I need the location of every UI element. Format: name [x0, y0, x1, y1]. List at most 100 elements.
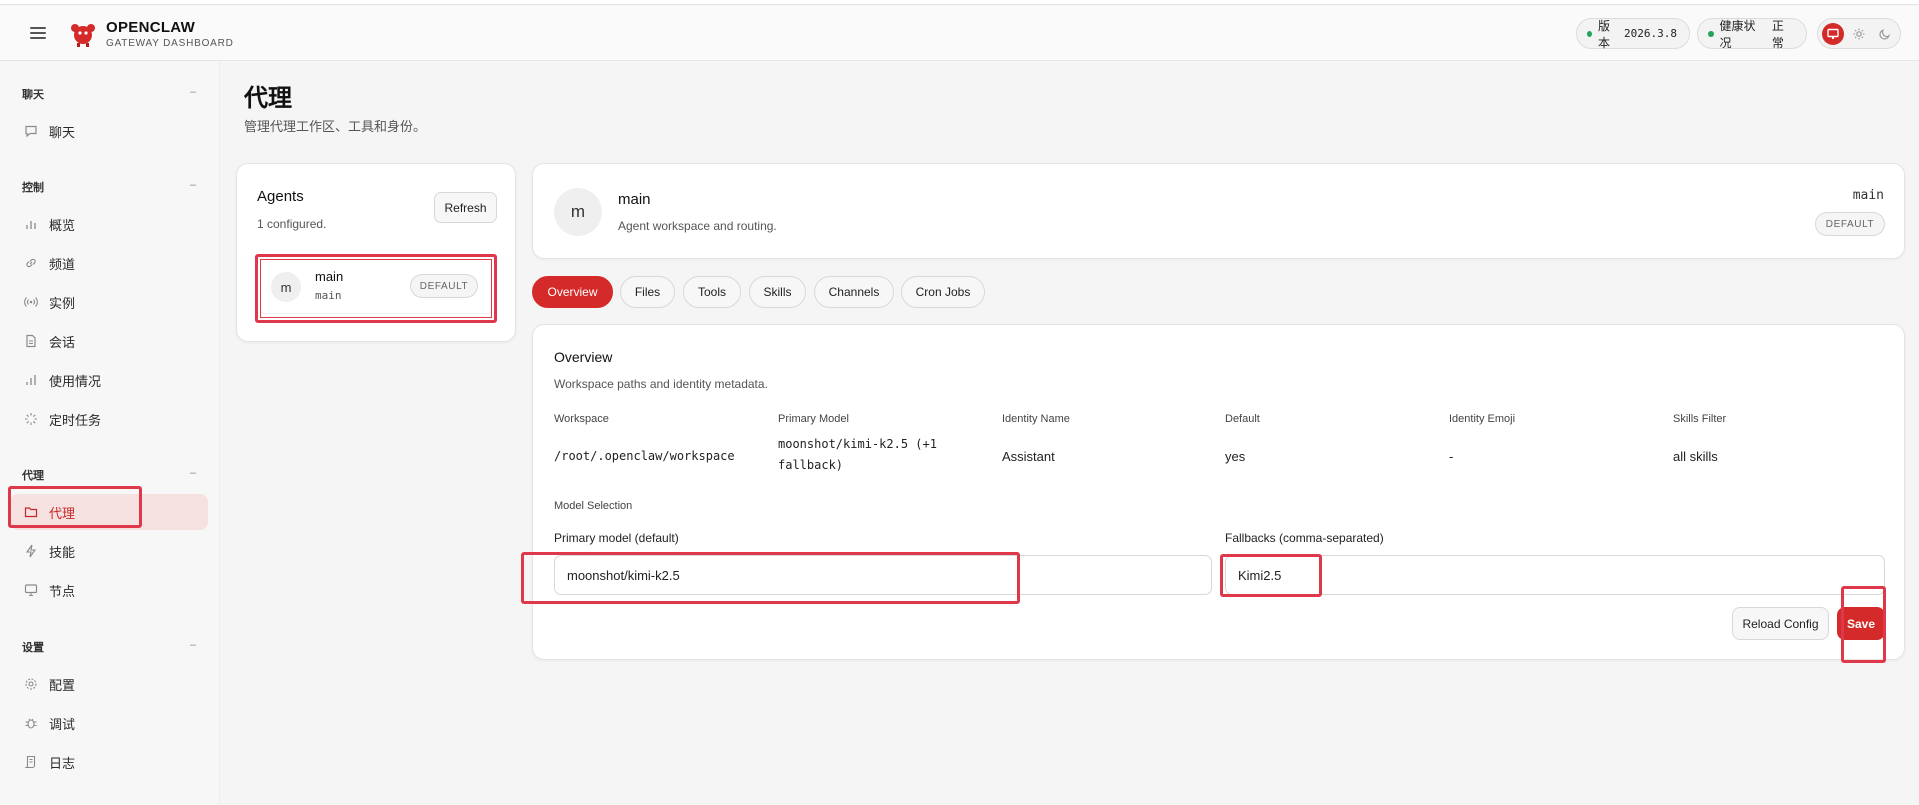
- sidebar-item-sessions[interactable]: 会话: [10, 323, 208, 359]
- monitor-icon: [23, 582, 39, 598]
- page-subtitle: 管理代理工作区、工具和身份。: [244, 119, 427, 134]
- health-label: 健康状况: [1719, 18, 1756, 50]
- gear-icon: [23, 676, 39, 692]
- sidebar-item-chat[interactable]: 聊天: [10, 113, 208, 149]
- tab-overview[interactable]: Overview: [532, 276, 613, 308]
- health-value: 正常: [1771, 18, 1784, 50]
- sidebar-item-debug[interactable]: 调试: [10, 705, 208, 741]
- tab-tools[interactable]: Tools: [683, 276, 741, 308]
- group-label-settings: 设置: [22, 642, 44, 654]
- primary-model-label: Primary Model: [778, 413, 849, 425]
- sidebar-item-logs[interactable]: 日志: [10, 744, 208, 780]
- sidebar-item-label: 使用情况: [49, 373, 102, 389]
- sidebar-item-label: 会话: [49, 334, 76, 350]
- sidebar-item-channels[interactable]: 频道: [10, 245, 208, 281]
- sidebar-item-label: 概览: [49, 217, 76, 233]
- sidebar-item-label: 技能: [49, 544, 76, 560]
- primary-model-field-label: Primary model (default): [554, 531, 679, 545]
- agents-count: 1 configured.: [257, 217, 327, 231]
- sidebar-item-overview[interactable]: 概览: [10, 206, 208, 242]
- refresh-button[interactable]: Refresh: [434, 192, 497, 223]
- collapse-icon[interactable]: –: [190, 639, 196, 651]
- theme-switcher: [1817, 18, 1901, 49]
- default-value: yes: [1225, 449, 1246, 464]
- link-icon: [23, 255, 39, 271]
- menu-icon[interactable]: [30, 27, 46, 39]
- avatar: m: [554, 188, 602, 236]
- sidebar-item-label: 实例: [49, 295, 76, 311]
- sidebar-item-instances[interactable]: 实例: [10, 284, 208, 320]
- sidebar-item-label: 代理: [49, 505, 76, 521]
- monitor-icon[interactable]: [1822, 23, 1844, 45]
- agent-id: main: [315, 289, 342, 302]
- brand-title: OPENCLAW: [106, 19, 196, 36]
- sidebar-item-cron[interactable]: 定时任务: [10, 401, 208, 437]
- primary-model-value: moonshot/kimi-k2.5 (+1: [778, 437, 937, 451]
- bar-chart-icon: [23, 216, 39, 232]
- status-dot-icon: [1708, 30, 1714, 37]
- top-edge: [0, 0, 1919, 5]
- agent-header-description: Agent workspace and routing.: [618, 219, 777, 233]
- tab-skills[interactable]: Skills: [749, 276, 806, 308]
- folder-icon: [23, 504, 39, 520]
- health-pill: 健康状况 正常: [1697, 18, 1807, 50]
- agent-header-id: main: [1852, 188, 1884, 203]
- agent-list-item[interactable]: m main main DEFAULT: [258, 256, 496, 314]
- collapse-icon[interactable]: –: [190, 86, 196, 98]
- top-bar: OPENCLAW GATEWAY DASHBOARD 版本 2026.3.8 健…: [0, 6, 1919, 61]
- sidebar-item-nodes[interactable]: 节点: [10, 572, 208, 608]
- sidebar-item-skills[interactable]: 技能: [10, 533, 208, 569]
- primary-model-input[interactable]: [554, 555, 1212, 595]
- agent-name: main: [315, 269, 344, 284]
- agent-header-card: m main Agent workspace and routing. main…: [532, 163, 1905, 259]
- collapse-icon[interactable]: –: [190, 179, 196, 191]
- group-label-control: 控制: [22, 182, 44, 194]
- overview-subtitle: Workspace paths and identity metadata.: [554, 377, 768, 391]
- agent-header-name: main: [618, 191, 651, 208]
- sidebar-item-usage[interactable]: 使用情况: [10, 362, 208, 398]
- identity-emoji-value: -: [1449, 449, 1454, 464]
- loader-icon: [23, 411, 39, 427]
- tab-files[interactable]: Files: [620, 276, 675, 308]
- default-label: Default: [1225, 413, 1260, 425]
- sidebar-item-label: 节点: [49, 583, 76, 599]
- scroll-icon: [23, 754, 39, 770]
- fallbacks-field-label: Fallbacks (comma-separated): [1225, 531, 1384, 545]
- fallbacks-input[interactable]: [1225, 555, 1885, 595]
- sidebar-item-label: 定时任务: [49, 412, 102, 428]
- overview-card: Overview Workspace paths and identity me…: [532, 324, 1905, 660]
- status-dot-icon: [1587, 30, 1592, 37]
- agents-panel: Agents 1 configured. Refresh m main main…: [236, 163, 516, 342]
- sidebar: 聊天 – 聊天 控制 – 概览 频道 实例 会话 使用情况 定时任务 代理 – …: [0, 62, 220, 805]
- moon-icon[interactable]: [1874, 23, 1896, 45]
- page-title: 代理: [244, 85, 292, 112]
- openclaw-logo-icon: [71, 24, 95, 47]
- primary-model-value: fallback): [778, 458, 844, 472]
- default-badge: DEFAULT: [410, 274, 478, 298]
- sidebar-item-label: 聊天: [49, 124, 76, 140]
- sidebar-item-label: 调试: [49, 716, 76, 732]
- sidebar-item-agents[interactable]: 代理: [10, 494, 208, 530]
- sidebar-item-label: 日志: [49, 755, 76, 771]
- save-button[interactable]: Save: [1837, 607, 1885, 640]
- workspace-label: Workspace: [554, 413, 609, 425]
- identity-name-value: Assistant: [1002, 449, 1055, 464]
- identity-name-label: Identity Name: [1002, 413, 1070, 425]
- broadcast-icon: [23, 294, 39, 310]
- group-label-chat: 聊天: [22, 89, 44, 101]
- collapse-icon[interactable]: –: [190, 467, 196, 479]
- sidebar-item-label: 配置: [49, 677, 76, 693]
- avatar: m: [271, 272, 301, 302]
- agents-title: Agents: [257, 188, 304, 205]
- sun-icon[interactable]: [1848, 23, 1870, 45]
- skills-filter-label: Skills Filter: [1673, 413, 1727, 425]
- tab-cron-jobs[interactable]: Cron Jobs: [901, 276, 985, 308]
- version-label: 版本: [1598, 18, 1611, 50]
- group-label-agents: 代理: [22, 470, 44, 482]
- default-badge: DEFAULT: [1815, 212, 1885, 236]
- document-icon: [23, 333, 39, 349]
- skills-filter-value: all skills: [1673, 449, 1718, 464]
- reload-config-button[interactable]: Reload Config: [1732, 607, 1829, 640]
- tab-channels[interactable]: Channels: [814, 276, 894, 308]
- sidebar-item-config[interactable]: 配置: [10, 666, 208, 702]
